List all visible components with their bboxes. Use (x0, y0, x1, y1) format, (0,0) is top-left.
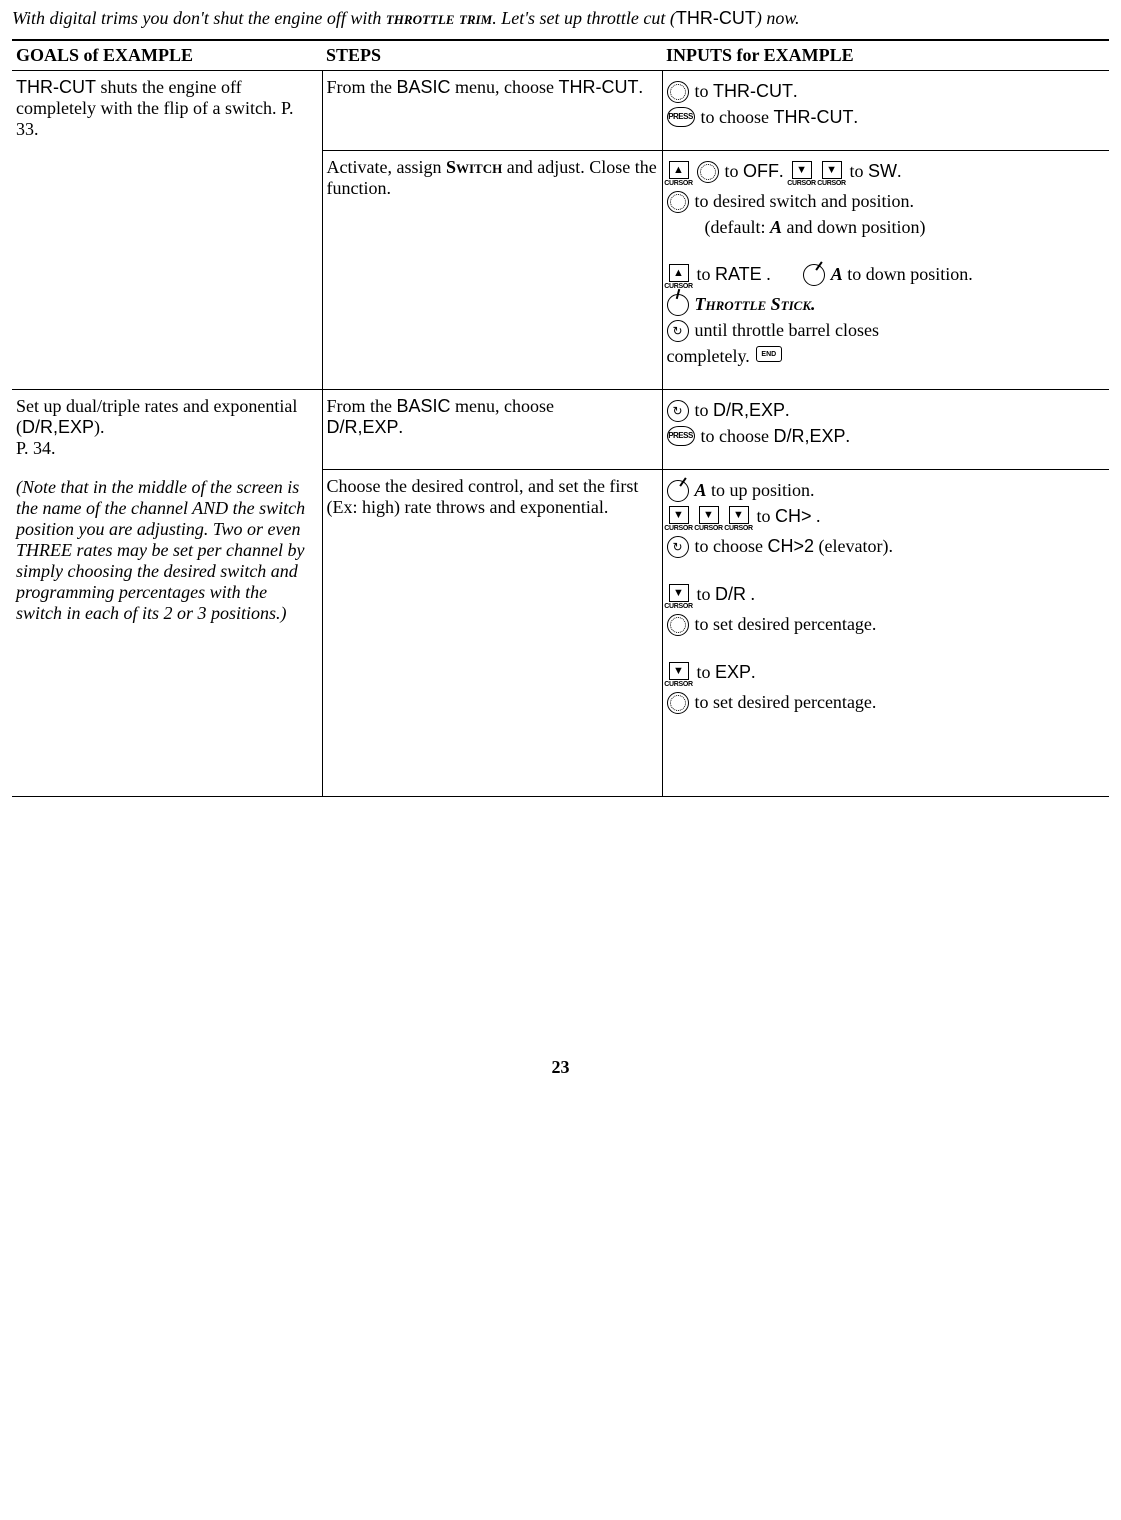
page-number: 23 (12, 1057, 1109, 1078)
goal-thr-cut: THR-CUT shuts the engine off completely … (12, 71, 322, 390)
stick-icon (667, 294, 689, 316)
inputs-2b: A to up position. ▼CURSOR ▼CURSOR ▼CURSO… (662, 470, 1109, 797)
switch-icon (667, 480, 689, 502)
switch-icon (803, 264, 825, 286)
cursor-down-icon: ▼CURSOR (727, 506, 751, 532)
col-header-goals: GOALS of EXAMPLE (12, 40, 322, 71)
inputs-1b: ▲CURSOR to OFF. ▼CURSOR ▼CURSOR to SW. t… (662, 151, 1109, 390)
dial-icon (667, 614, 689, 636)
inputs-2a: to D/R,EXP. PRESS to choose D/R,EXP. (662, 390, 1109, 470)
cursor-down-icon: ▼CURSOR (667, 662, 691, 688)
dial-icon (667, 81, 689, 103)
cursor-down-icon: ▼CURSOR (697, 506, 721, 532)
cursor-down-icon: ▼CURSOR (790, 161, 814, 187)
end-icon: END (756, 346, 782, 362)
cursor-up-icon: ▲CURSOR (667, 264, 691, 290)
goal-dr-exp: Set up dual/triple rates and exponential… (12, 390, 322, 797)
step-1b: Activate, assign Switch and adjust. Clos… (322, 151, 662, 390)
cursor-up-icon: ▲CURSOR (667, 161, 691, 187)
step-1a: From the BASIC menu, choose THR-CUT. (322, 71, 662, 151)
dial-icon (667, 692, 689, 714)
intro-text: With digital trims you don't shut the en… (12, 8, 1109, 29)
instruction-table: GOALS of EXAMPLE STEPS INPUTS for EXAMPL… (12, 39, 1109, 797)
dial-icon (667, 191, 689, 213)
press-icon: PRESS (667, 426, 695, 446)
press-icon: PRESS (667, 107, 695, 127)
step-2a: From the BASIC menu, choose D/R,EXP. (322, 390, 662, 470)
col-header-inputs: INPUTS for EXAMPLE (662, 40, 1109, 71)
inputs-1a: to THR-CUT. PRESS to choose THR-CUT. (662, 71, 1109, 151)
cursor-down-icon: ▼CURSOR (667, 506, 691, 532)
rotate-icon (667, 400, 689, 422)
rotate-icon (667, 320, 689, 342)
dial-icon (697, 161, 719, 183)
rotate-icon (667, 536, 689, 558)
cursor-down-icon: ▼CURSOR (667, 584, 691, 610)
cursor-down-icon: ▼CURSOR (820, 161, 844, 187)
step-2b: Choose the desired control, and set the … (322, 470, 662, 797)
col-header-steps: STEPS (322, 40, 662, 71)
